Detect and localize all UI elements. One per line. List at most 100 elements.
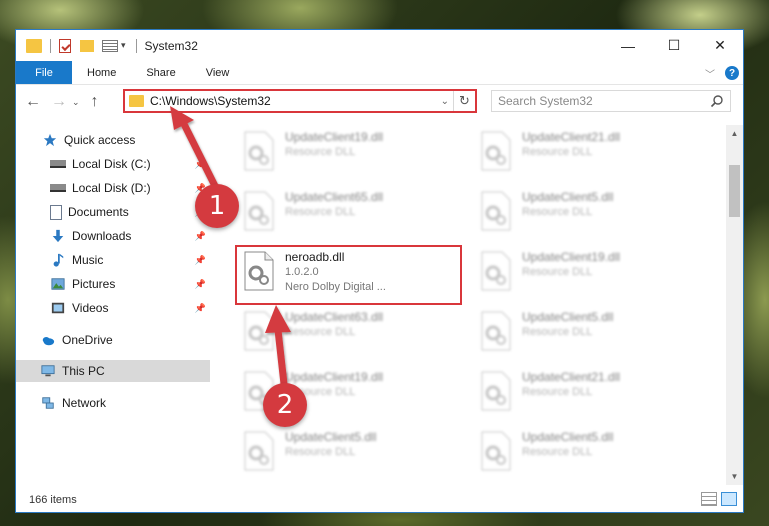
computer-icon <box>41 365 55 377</box>
window-title: System32 <box>144 38 198 53</box>
file-type: Resource DLL <box>522 326 593 338</box>
vertical-scrollbar[interactable]: ▲ ▼ <box>726 125 743 485</box>
window-controls: — ☐ ✕ <box>605 30 743 61</box>
scroll-down-icon[interactable]: ▼ <box>726 468 743 485</box>
sidebar-item-quick-access[interactable]: Quick access <box>16 129 210 151</box>
customize-toolbar-chevron-icon[interactable]: ▾ <box>121 40 126 51</box>
close-button[interactable]: ✕ <box>697 30 743 61</box>
file-name: UpdateClient63.dll <box>285 310 384 324</box>
file-type: Resource DLL <box>285 446 356 458</box>
dll-file-icon <box>481 431 511 471</box>
expand-ribbon-chevron-icon[interactable]: ﹀ <box>705 66 715 81</box>
address-path[interactable]: C:\Windows\System32 <box>150 94 271 108</box>
sidebar-item-network[interactable]: Network <box>16 392 210 414</box>
dll-file-icon <box>481 251 511 291</box>
tab-view[interactable]: View <box>191 61 245 84</box>
file-tile[interactable]: UpdateClient63.dll Resource DLL <box>239 307 469 357</box>
search-placeholder: Search System32 <box>498 94 593 108</box>
explorer-window: ▾ System32 — ☐ ✕ File Home Share View ﹀ … <box>15 29 744 513</box>
file-name: UpdateClient5.dll <box>522 310 614 324</box>
file-tile[interactable]: UpdateClient21.dll Resource DLL <box>476 367 706 417</box>
dll-file-icon <box>481 191 511 231</box>
search-input[interactable]: Search System32 <box>491 90 731 112</box>
file-name: UpdateClient5.dll <box>285 430 377 444</box>
navigation-bar: ← → ⌄ ↑ C:\Windows\System32 ⌄ ↻ Search S… <box>16 89 743 115</box>
sidebar-item-label: Local Disk (D:) <box>72 181 151 195</box>
address-history-chevron-icon[interactable]: ⌄ <box>441 96 449 107</box>
pin-icon[interactable]: 📌 <box>195 159 206 170</box>
navigation-pane: Quick access Local Disk (C:) 📌 Local Dis… <box>16 125 210 485</box>
sidebar-item-label: Network <box>62 396 107 410</box>
dll-file-icon <box>244 191 274 231</box>
sidebar-item-onedrive[interactable]: OneDrive <box>16 329 210 351</box>
sidebar-item-local-disk-d[interactable]: Local Disk (D:) 📌 <box>16 177 210 199</box>
scroll-up-icon[interactable]: ▲ <box>726 125 743 142</box>
file-tile[interactable]: UpdateClient5.dll Resource DLL <box>239 427 469 477</box>
details-view-icon[interactable] <box>701 492 717 506</box>
step-2-badge: 2 <box>263 383 307 427</box>
sidebar-item-music[interactable]: Music 📌 <box>16 249 210 271</box>
file-tile[interactable]: UpdateClient21.dll Resource DLL <box>476 127 706 177</box>
help-icon[interactable]: ? <box>725 66 739 80</box>
dll-file-icon <box>481 371 511 411</box>
file-tile[interactable]: UpdateClient19.dll Resource DLL <box>476 247 706 297</box>
properties-icon[interactable] <box>59 38 71 53</box>
scrollbar-thumb[interactable] <box>729 165 740 217</box>
view-toggle <box>701 492 737 506</box>
music-icon <box>53 253 64 267</box>
sidebar-item-documents[interactable]: Documents 📌 <box>16 201 210 223</box>
sidebar-item-pictures[interactable]: Pictures 📌 <box>16 273 210 295</box>
refresh-icon[interactable]: ↻ <box>453 91 475 111</box>
dll-file-icon <box>481 311 511 351</box>
address-bar[interactable]: C:\Windows\System32 ⌄ ↻ <box>123 89 477 113</box>
sidebar-item-local-disk-c[interactable]: Local Disk (C:) 📌 <box>16 153 210 175</box>
file-highlight-box <box>235 245 462 305</box>
sidebar-item-this-pc[interactable]: This PC <box>16 360 210 382</box>
sidebar-item-label: Quick access <box>64 133 136 147</box>
download-icon <box>52 229 64 243</box>
pin-icon[interactable]: 📌 <box>195 255 206 266</box>
tab-file[interactable]: File <box>16 61 72 84</box>
view-options-icon[interactable] <box>102 39 118 52</box>
sidebar-item-videos[interactable]: Videos 📌 <box>16 297 210 319</box>
pin-icon[interactable]: 📌 <box>195 303 206 314</box>
divider <box>50 38 51 53</box>
file-tile[interactable]: UpdateClient5.dll Resource DLL <box>476 187 706 237</box>
file-tile[interactable]: UpdateClient5.dll Resource DLL <box>476 427 706 477</box>
file-tile[interactable]: UpdateClient19.dll Resource DLL <box>239 127 469 177</box>
search-icon[interactable] <box>710 94 724 108</box>
tab-home[interactable]: Home <box>72 61 131 84</box>
folder-icon <box>26 38 42 53</box>
file-list: UpdateClient19.dll Resource DLL UpdateCli… <box>211 125 727 485</box>
back-arrow-icon[interactable]: ← <box>24 93 42 111</box>
dll-file-icon <box>244 431 274 471</box>
pictures-icon <box>51 278 65 290</box>
file-tile[interactable]: UpdateClient5.dll Resource DLL <box>476 307 706 357</box>
ribbon-right: ﹀ ? <box>705 61 739 85</box>
file-type: Resource DLL <box>285 206 356 218</box>
file-name: UpdateClient21.dll <box>522 130 621 144</box>
drive-icon <box>50 184 66 192</box>
pin-icon[interactable]: 📌 <box>195 279 206 290</box>
new-folder-icon[interactable] <box>80 39 94 52</box>
cloud-icon <box>42 336 55 346</box>
file-name: UpdateClient21.dll <box>522 370 621 384</box>
sidebar-item-label: OneDrive <box>62 333 113 347</box>
file-type: Resource DLL <box>522 266 593 278</box>
file-name: UpdateClient19.dll <box>285 130 384 144</box>
file-type: Resource DLL <box>522 206 593 218</box>
file-type: Resource DLL <box>522 386 593 398</box>
recent-locations-chevron-icon[interactable]: ⌄ <box>72 97 80 108</box>
file-tile[interactable]: UpdateClient65.dll Resource DLL <box>239 187 469 237</box>
drive-icon <box>50 160 66 168</box>
forward-arrow-icon[interactable]: → <box>50 93 68 111</box>
pin-icon[interactable]: 📌 <box>195 231 206 242</box>
minimize-button[interactable]: — <box>605 30 651 61</box>
maximize-button[interactable]: ☐ <box>651 30 697 61</box>
sidebar-item-downloads[interactable]: Downloads 📌 <box>16 225 210 247</box>
file-type: Resource DLL <box>285 326 356 338</box>
up-arrow-icon[interactable]: ↑ <box>86 93 104 111</box>
tab-share[interactable]: Share <box>131 61 190 84</box>
file-type: Resource DLL <box>522 446 593 458</box>
large-icons-view-icon[interactable] <box>721 492 737 506</box>
